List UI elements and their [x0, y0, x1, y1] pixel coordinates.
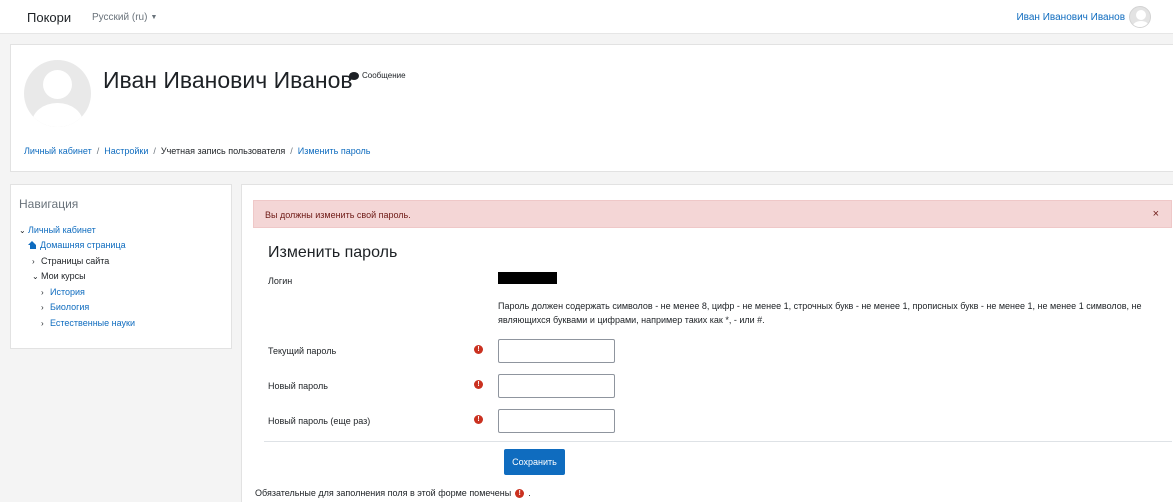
- save-button[interactable]: Сохранить: [504, 449, 565, 475]
- nav-item-label: Мои курсы: [41, 271, 86, 281]
- current-password-label: Текущий пароль: [268, 346, 337, 356]
- chevron-down-icon: ⌄: [19, 225, 26, 235]
- main-content: Вы должны изменить свой пароль. × Измени…: [241, 184, 1173, 502]
- password-rules-text: Пароль должен содержать символов - не ме…: [498, 301, 1142, 325]
- form-divider: [264, 441, 1172, 442]
- language-menu[interactable]: Русский (ru) ▼: [92, 12, 157, 23]
- chevron-down-icon: ⌄: [32, 271, 39, 281]
- user-menu[interactable]: Иван Иванович Иванов: [1016, 6, 1151, 28]
- chevron-right-icon: ›: [41, 287, 44, 297]
- chevron-right-icon: ›: [32, 256, 35, 266]
- user-menu-name: Иван Иванович Иванов: [1016, 11, 1125, 23]
- confirm-password-field[interactable]: [498, 409, 615, 433]
- login-value-redacted: [498, 272, 557, 284]
- nav-item-label: Биология: [50, 302, 90, 312]
- chevron-right-icon: ›: [41, 302, 44, 312]
- nav-item-my-courses[interactable]: ⌄ Мои курсы: [32, 271, 86, 281]
- nav-item-course-biology[interactable]: › Биология: [41, 302, 89, 312]
- navigation-title: Навигация: [19, 197, 79, 211]
- nav-item-site-pages[interactable]: › Страницы сайта: [32, 256, 109, 266]
- new-password-field[interactable]: [498, 374, 615, 398]
- user-avatar-icon: [1129, 6, 1151, 28]
- breadcrumb-preferences[interactable]: Настройки: [104, 146, 148, 156]
- breadcrumb-dashboard[interactable]: Личный кабинет: [24, 146, 92, 156]
- breadcrumb-separator: /: [290, 146, 293, 156]
- confirm-password-label: Новый пароль (еще раз): [268, 416, 371, 426]
- required-icon: !: [515, 488, 525, 498]
- breadcrumb-separator: /: [96, 146, 100, 156]
- required-icon: !: [474, 345, 483, 354]
- nav-item-label: Естественные науки: [50, 318, 135, 328]
- current-password-field[interactable]: [498, 339, 615, 363]
- nav-item-course-history[interactable]: › История: [41, 287, 85, 297]
- nav-item-dashboard[interactable]: ⌄ Личный кабинет: [19, 225, 96, 235]
- form-title: Изменить пароль: [268, 244, 398, 261]
- alert-banner: Вы должны изменить свой пароль. ×: [253, 200, 1172, 228]
- nav-item-course-natural-sciences[interactable]: › Естественные науки: [41, 318, 135, 328]
- nav-item-label: Личный кабинет: [28, 225, 96, 235]
- nav-item-label: История: [50, 287, 85, 297]
- nav-item-home[interactable]: Домашняя страница: [28, 240, 126, 250]
- nav-item-label: Страницы сайта: [41, 256, 110, 266]
- required-fields-note: Обязательные для заполнения поля в этой …: [255, 488, 531, 498]
- nav-item-label: Домашняя страница: [40, 240, 126, 250]
- home-icon: [28, 241, 37, 249]
- breadcrumb-user-account: Учетная запись пользователя: [160, 146, 286, 156]
- navigation-block: Навигация ⌄ Личный кабинет Домашняя стра…: [10, 184, 232, 349]
- page-title: Иван Иванович Иванов: [103, 67, 353, 93]
- profile-avatar-icon: [24, 60, 91, 127]
- required-note-period: .: [528, 488, 531, 498]
- site-name[interactable]: Покори: [27, 10, 71, 25]
- alert-text: Вы должны изменить свой пароль.: [265, 210, 411, 220]
- chevron-right-icon: ›: [41, 318, 44, 328]
- breadcrumb: Личный кабинет / Настройки / Учетная зап…: [24, 146, 370, 156]
- message-label: Сообщение: [362, 71, 406, 80]
- comment-icon: [349, 71, 359, 81]
- new-password-label: Новый пароль: [268, 381, 328, 391]
- required-note-text: Обязательные для заполнения поля в этой …: [255, 488, 512, 498]
- language-label: Русский (ru): [92, 12, 148, 23]
- required-icon: !: [474, 415, 483, 424]
- page-header: Иван Иванович Иванов Сообщение Личный ка…: [10, 44, 1173, 172]
- required-icon: !: [474, 380, 483, 389]
- message-button[interactable]: Сообщение: [349, 71, 406, 81]
- close-icon[interactable]: ×: [1153, 208, 1159, 220]
- breadcrumb-change-password[interactable]: Изменить пароль: [298, 146, 371, 156]
- login-label: Логин: [268, 276, 293, 286]
- caret-down-icon: ▼: [150, 14, 158, 21]
- breadcrumb-separator: /: [153, 146, 156, 156]
- top-navbar: Покори Русский (ru) ▼ Иван Иванович Ивано…: [0, 0, 1173, 34]
